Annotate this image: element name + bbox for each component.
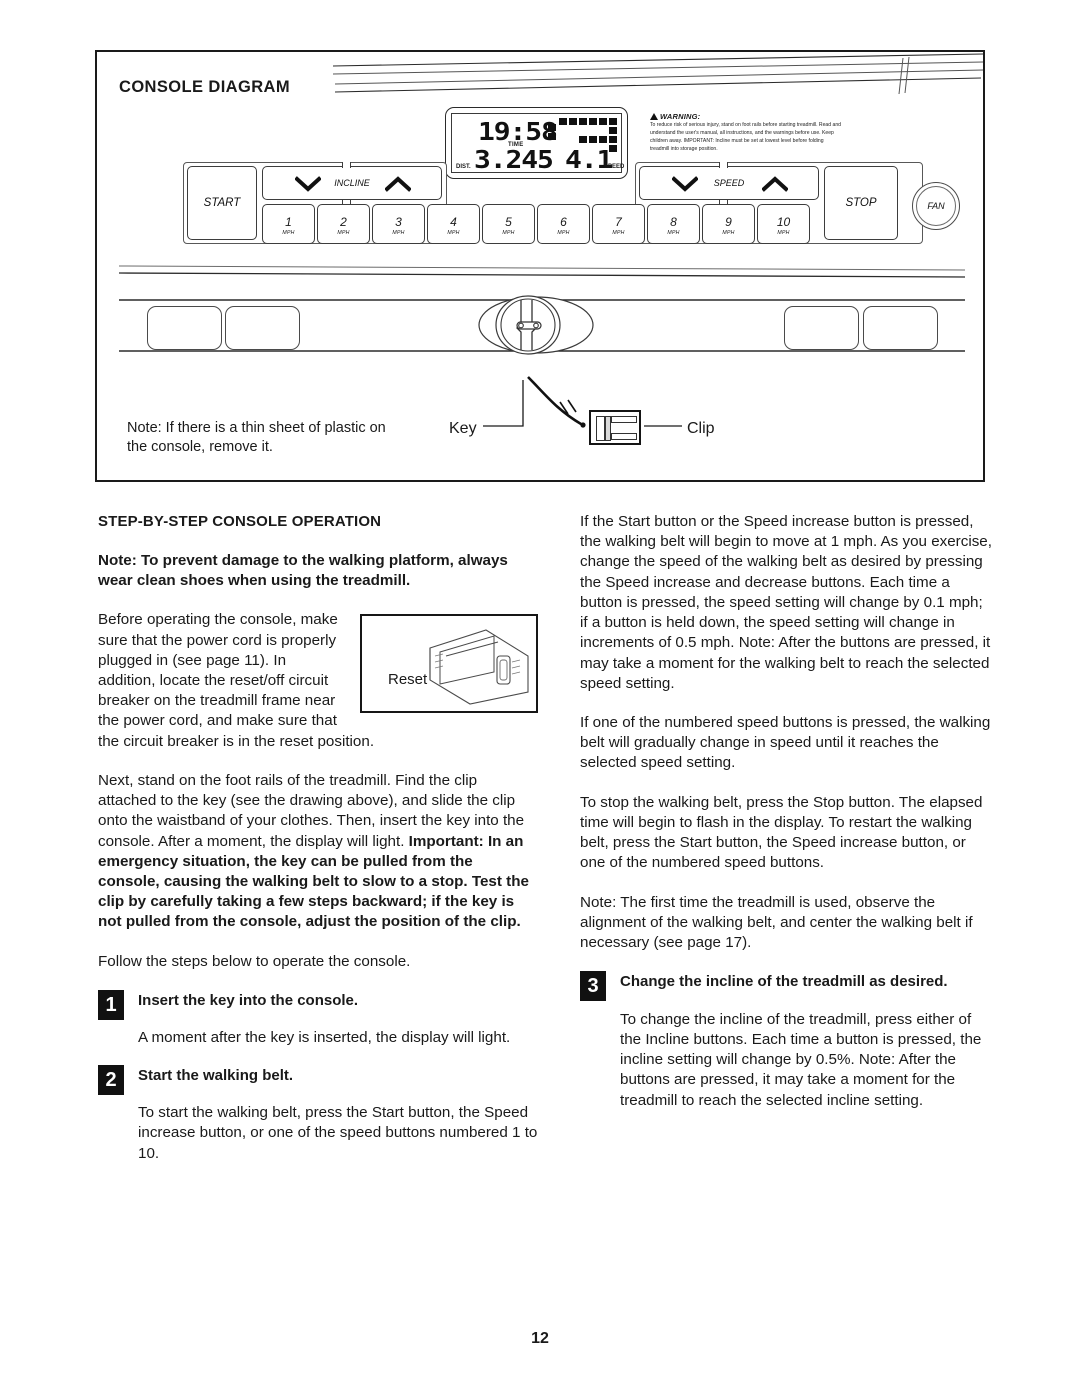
reset-figure-label: Reset <box>388 671 428 689</box>
speed-key-9[interactable]: 9 MPH <box>702 204 755 244</box>
clip-callout-label: Clip <box>687 420 715 437</box>
speed-key-8-unit: MPH <box>667 230 680 236</box>
speed-key-10-number: 10 <box>776 215 791 229</box>
key-clip-callout-leaders <box>483 376 682 428</box>
incline-label: INCLINE <box>334 178 370 188</box>
follow-steps-paragraph: Follow the steps below to operate the co… <box>98 952 411 970</box>
speed-key-8[interactable]: 8 MPH <box>647 204 700 244</box>
step-3: 3 Change the incline of the treadmill as… <box>580 971 992 1111</box>
speed-key-1-unit: MPH <box>282 230 295 236</box>
speed-label: SPEED <box>713 178 745 188</box>
key-callout-label: Key <box>449 420 477 437</box>
speed-key-1[interactable]: 1 MPH <box>262 204 315 244</box>
speed-key-3-unit: MPH <box>392 230 405 236</box>
step-2-body: To start the walking belt, press the Sta… <box>138 1104 538 1162</box>
speed-key-2-number: 2 <box>340 215 347 229</box>
console-pad-left-2 <box>225 306 300 350</box>
speed-key-5-number: 5 <box>505 215 512 229</box>
incline-down-chevron-icon[interactable] <box>295 176 321 192</box>
step-3-title: Change the incline of the treadmill as d… <box>620 973 948 991</box>
lcd-distance-value: 3.245 <box>474 145 554 174</box>
speed-key-10[interactable]: 10 MPH <box>757 204 810 244</box>
key-in-console-icon <box>478 295 594 355</box>
warning-heading-text: WARNING: <box>660 112 701 121</box>
warning-body-text: To reduce risk of serious injury, stand … <box>650 122 842 152</box>
speed-key-7-number: 7 <box>615 215 622 229</box>
console-plastic-note: Note: If there is a thin sheet of plasti… <box>127 420 386 456</box>
step-3-body: To change the incline of the treadmill, … <box>620 1010 982 1109</box>
speed-key-8-number: 8 <box>670 215 677 229</box>
console-lower-band <box>119 264 965 356</box>
speed-up-chevron-icon[interactable] <box>762 176 788 192</box>
speed-key-6-number: 6 <box>560 215 567 229</box>
speed-key-6-unit: MPH <box>557 230 570 236</box>
key-clip-paragraph: Next, stand on the foot rails of the tre… <box>98 771 538 933</box>
right-text-column: If the Start button or the Speed increas… <box>580 512 992 1128</box>
manual-page: CONSOLE DIAGRAM 19:58 TIME DIST. 3.245 4… <box>0 0 1080 1397</box>
speed-key-1-number: 1 <box>285 215 292 229</box>
stop-button-label: STOP <box>845 197 877 209</box>
step-1-title: Insert the key into the console. <box>138 991 359 1009</box>
console-warning-decal: WARNING: To reduce risk of serious injur… <box>650 112 842 154</box>
speed-key-4-unit: MPH <box>447 230 460 236</box>
numbered-speed-paragraph: If one of the numbered speed buttons is … <box>580 713 991 772</box>
speed-key-5-unit: MPH <box>502 230 515 236</box>
speed-key-4-number: 4 <box>450 215 457 229</box>
speed-down-chevron-icon[interactable] <box>672 176 698 192</box>
left-text-column: STEP-BY-STEP CONSOLE OPERATION Note: To … <box>98 512 538 1181</box>
speed-key-2[interactable]: 2 MPH <box>317 204 370 244</box>
console-diagram-box: CONSOLE DIAGRAM 19:58 TIME DIST. 3.245 4… <box>95 50 985 482</box>
warning-heading-row: WARNING: <box>650 112 842 121</box>
speed-key-2-unit: MPH <box>337 230 350 236</box>
step-2: 2 Start the walking belt. To start the w… <box>98 1064 538 1164</box>
console-pad-right-1 <box>784 306 859 350</box>
step-3-badge: 3 <box>580 971 606 1002</box>
circuit-breaker-icon <box>429 629 529 705</box>
step-1-badge: 1 <box>98 989 124 1020</box>
belt-alignment-note: Note: The first time the treadmill is us… <box>580 893 973 951</box>
incline-button-bar[interactable]: INCLINE <box>262 162 442 206</box>
console-pad-right-2 <box>863 306 938 350</box>
speed-key-3[interactable]: 3 MPH <box>372 204 425 244</box>
speed-key-9-unit: MPH <box>722 230 735 236</box>
speed-key-3-number: 3 <box>395 215 402 229</box>
speed-key-7[interactable]: 7 MPH <box>592 204 645 244</box>
lcd-inner-frame: 19:58 TIME DIST. 3.245 4.1 SPEED <box>451 113 625 174</box>
speed-button-bar[interactable]: SPEED <box>639 162 819 206</box>
console-diagram-title: CONSOLE DIAGRAM <box>119 78 290 96</box>
speed-operation-paragraph: If the Start button or the Speed increas… <box>580 513 992 692</box>
clean-shoes-note: Note: To prevent damage to the walking p… <box>98 551 508 590</box>
console-pad-left-1 <box>147 306 222 350</box>
incline-up-chevron-icon[interactable] <box>385 176 411 192</box>
lcd-distance-label: DIST. <box>456 164 471 170</box>
speed-key-6[interactable]: 6 MPH <box>537 204 590 244</box>
warning-triangle-icon <box>650 113 658 120</box>
step-2-title: Start the walking belt. <box>138 1066 294 1084</box>
speed-key-10-unit: MPH <box>777 230 790 236</box>
section-heading: STEP-BY-STEP CONSOLE OPERATION <box>98 513 382 530</box>
stop-button[interactable]: STOP <box>824 166 898 240</box>
speed-key-5[interactable]: 5 MPH <box>482 204 535 244</box>
start-button[interactable]: START <box>187 166 257 240</box>
clip-icon <box>589 410 641 445</box>
fan-button[interactable]: FAN <box>912 182 960 230</box>
reset-breaker-figure: Reset <box>360 614 538 714</box>
speed-key-7-unit: MPH <box>612 230 625 236</box>
step-1-body: A moment after the key is inserted, the … <box>138 1029 511 1047</box>
step-1: 1 Insert the key into the console. A mom… <box>98 989 538 1049</box>
stop-belt-paragraph: To stop the walking belt, press the Stop… <box>580 793 983 872</box>
speed-key-4[interactable]: 4 MPH <box>427 204 480 244</box>
start-button-label: START <box>203 197 241 209</box>
page-number: 12 <box>531 1330 549 1347</box>
lcd-speed-label: SPEED <box>604 164 625 170</box>
fan-button-label: FAN <box>927 201 945 211</box>
console-lcd-display: 19:58 TIME DIST. 3.245 4.1 SPEED <box>445 107 628 179</box>
speed-key-9-number: 9 <box>725 215 732 229</box>
step-2-badge: 2 <box>98 1064 124 1095</box>
